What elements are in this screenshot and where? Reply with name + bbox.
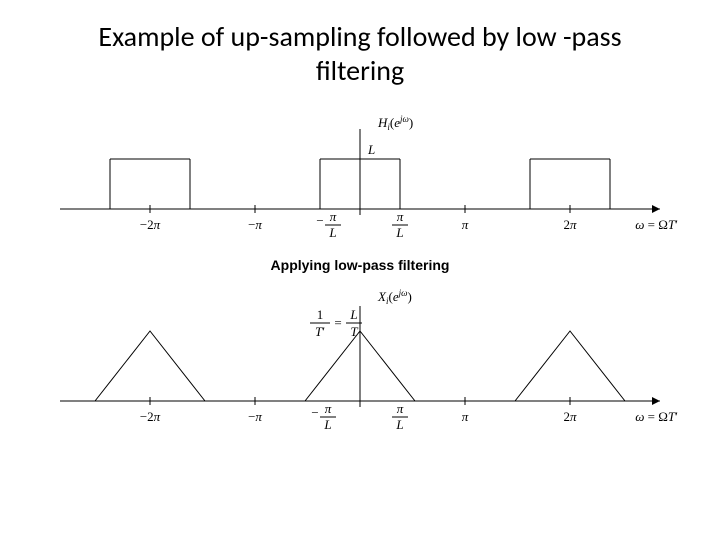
plot1-xend: ω = ΩT′ [635, 217, 678, 232]
tick2-pi: π [462, 409, 469, 424]
tick2-piL: π [397, 401, 404, 416]
plot-filter: Hi(ejω) L −2π −π − π L π L π 2π ω = ΩT′ [40, 109, 680, 249]
tick2-mpiL: − [311, 405, 318, 420]
plot2-yvalue-right: L [349, 307, 357, 322]
plot2-yvalue-left: 1 [317, 307, 324, 322]
slide-title: Example of up-sampling followed by low -… [0, 0, 720, 97]
plot2-ylabel: Xi(ejω) [377, 288, 412, 306]
tick-pi: π [462, 217, 469, 232]
tick2-mpi: −π [248, 409, 262, 424]
svg-text:T′: T′ [315, 324, 325, 339]
tick-mpiL: − [316, 213, 323, 228]
plot-spectrum: Xi(ejω) 1 T′ = L T −2π −π − π L π L π 2π… [40, 281, 680, 441]
tick-mpi: −π [248, 217, 262, 232]
svg-text:L: L [328, 225, 336, 240]
svg-text:π: π [330, 209, 337, 224]
tick2-m2pi: −2π [140, 409, 161, 424]
tick2-2pi: 2π [563, 409, 577, 424]
svg-text:L: L [395, 225, 403, 240]
svg-text:L: L [323, 417, 331, 432]
caption-lowpass: Applying low-pass filtering [0, 249, 720, 277]
svg-text:=: = [334, 315, 341, 330]
plot1-yvalue: L [367, 142, 375, 157]
plot2-xend: ω = ΩT′ [635, 409, 678, 424]
tick-m2pi: −2π [140, 217, 161, 232]
plot1-ylabel: Hi(ejω) [377, 114, 413, 132]
tick-2pi: 2π [563, 217, 577, 232]
svg-text:π: π [325, 401, 332, 416]
svg-text:L: L [395, 417, 403, 432]
tick-piL: π [397, 209, 404, 224]
svg-text:T: T [350, 324, 358, 339]
